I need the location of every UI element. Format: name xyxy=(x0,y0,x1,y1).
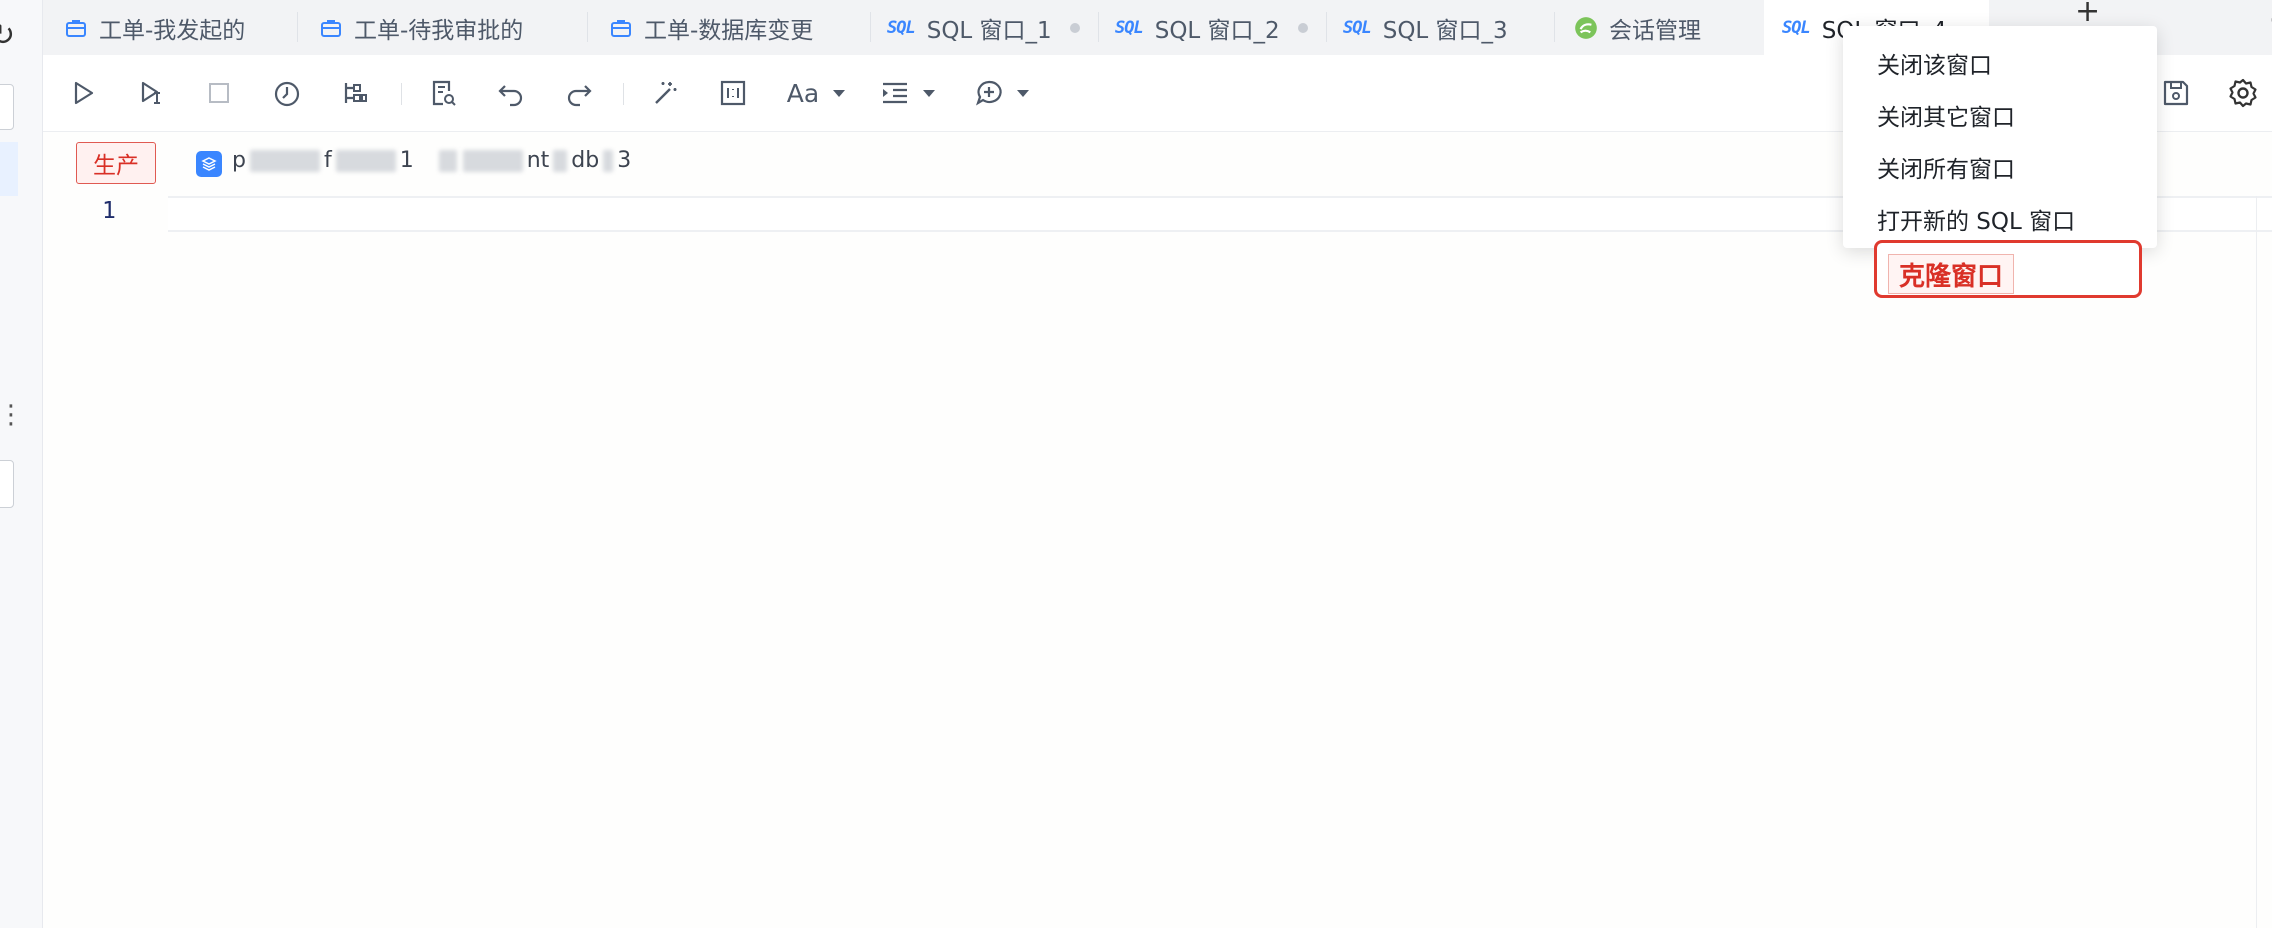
redo-icon[interactable] xyxy=(561,75,597,111)
save-icon[interactable] xyxy=(2158,75,2194,111)
tab-sql-3[interactable]: SQL SQL 窗口_3 xyxy=(1327,0,1555,55)
refresh-icon[interactable]: ↻ xyxy=(0,18,15,53)
menu-item-clone-window[interactable]: 克隆窗口 xyxy=(1888,254,2015,294)
tab-label: 工单-我发起的 xyxy=(99,17,246,44)
database-name-visible: db xyxy=(571,148,600,173)
redacted-text xyxy=(553,150,568,172)
environment-tag: 生产 xyxy=(76,142,156,184)
tab-context-menu: 关闭该窗口 关闭其它窗口 关闭所有窗口 打开新的 SQL 窗口 xyxy=(1843,26,2157,248)
database-name-visible: 3 xyxy=(617,148,632,173)
sql-icon: SQL xyxy=(1115,17,1144,38)
add-tab-button[interactable]: + xyxy=(2075,0,2100,29)
indent-icon[interactable] xyxy=(877,75,935,111)
comment-icon[interactable] xyxy=(971,75,1029,111)
tab-label: SQL 窗口_2 xyxy=(1154,17,1280,44)
briefcase-icon xyxy=(63,15,89,41)
tab-label: SQL 窗口_3 xyxy=(1382,17,1508,44)
history-icon[interactable] xyxy=(269,75,305,111)
database-name-visible: nt xyxy=(526,148,550,173)
tab-label: 工单-待我审批的 xyxy=(354,17,524,44)
layout-icon[interactable] xyxy=(715,75,751,111)
editor-scrollbar[interactable] xyxy=(2256,196,2272,928)
sidebar-control[interactable] xyxy=(0,84,14,130)
tab-pending-approval[interactable]: 工单-待我审批的 xyxy=(298,0,588,55)
database-icon xyxy=(196,151,222,177)
toolbar-divider xyxy=(623,83,624,105)
instance-name-visible: p xyxy=(232,148,246,173)
sql-icon: SQL xyxy=(887,17,916,38)
explain-icon[interactable] xyxy=(337,75,373,111)
undo-icon[interactable] xyxy=(493,75,529,111)
tab-label: 工单-数据库变更 xyxy=(644,17,814,44)
font-icon[interactable]: Aa xyxy=(783,75,845,111)
more-vertical-icon[interactable]: ⋮ xyxy=(0,402,24,428)
menu-item-close-this[interactable]: 关闭该窗口 xyxy=(1877,46,1992,80)
font-size-label: Aa xyxy=(786,78,820,108)
tab-sql-1[interactable]: SQL SQL 窗口_1 xyxy=(871,0,1099,55)
tab-session-management[interactable]: 会话管理 xyxy=(1555,0,1750,55)
redacted-text xyxy=(462,150,523,172)
stop-icon[interactable] xyxy=(201,75,237,111)
sql-icon: SQL xyxy=(1343,17,1372,38)
menu-item-close-others[interactable]: 关闭其它窗口 xyxy=(1877,98,2015,132)
redacted-text xyxy=(335,150,396,172)
format-icon[interactable] xyxy=(647,75,683,111)
sidebar-control[interactable] xyxy=(0,460,14,508)
instance-name-visible: f xyxy=(323,148,332,173)
redacted-text xyxy=(438,150,457,172)
line-number: 1 xyxy=(102,198,116,224)
search-doc-icon[interactable] xyxy=(425,75,461,111)
unsaved-dot xyxy=(1297,22,1308,33)
menu-item-open-new-sql[interactable]: 打开新的 SQL 窗口 xyxy=(1877,202,2075,236)
tab-label: 会话管理 xyxy=(1609,17,1701,44)
sql-icon: SQL xyxy=(1782,17,1811,38)
toolbar-divider xyxy=(401,83,402,105)
sidebar-selected-item[interactable] xyxy=(0,142,18,196)
connection-selector[interactable]: p f 1 nt db 3 xyxy=(232,148,631,173)
instance-name-visible: 1 xyxy=(399,148,414,173)
tab-label: SQL 窗口_1 xyxy=(926,17,1052,44)
briefcase-icon xyxy=(608,15,634,41)
tab-my-tickets[interactable]: 工单-我发起的 xyxy=(43,0,298,55)
redacted-text xyxy=(249,150,320,172)
run-icon[interactable] xyxy=(65,75,101,111)
tab-sql-2[interactable]: SQL SQL 窗口_2 xyxy=(1099,0,1327,55)
briefcase-icon xyxy=(318,15,344,41)
settings-icon[interactable] xyxy=(2225,75,2261,111)
menu-item-close-all[interactable]: 关闭所有窗口 xyxy=(1877,150,2015,184)
left-sidebar-strip: ↻ ⋮ xyxy=(0,0,43,928)
unsaved-dot xyxy=(1069,22,1080,33)
redacted-text xyxy=(603,150,614,172)
tab-db-change[interactable]: 工单-数据库变更 xyxy=(588,0,871,55)
run-selected-icon[interactable] xyxy=(133,75,169,111)
session-icon xyxy=(1573,15,1599,41)
